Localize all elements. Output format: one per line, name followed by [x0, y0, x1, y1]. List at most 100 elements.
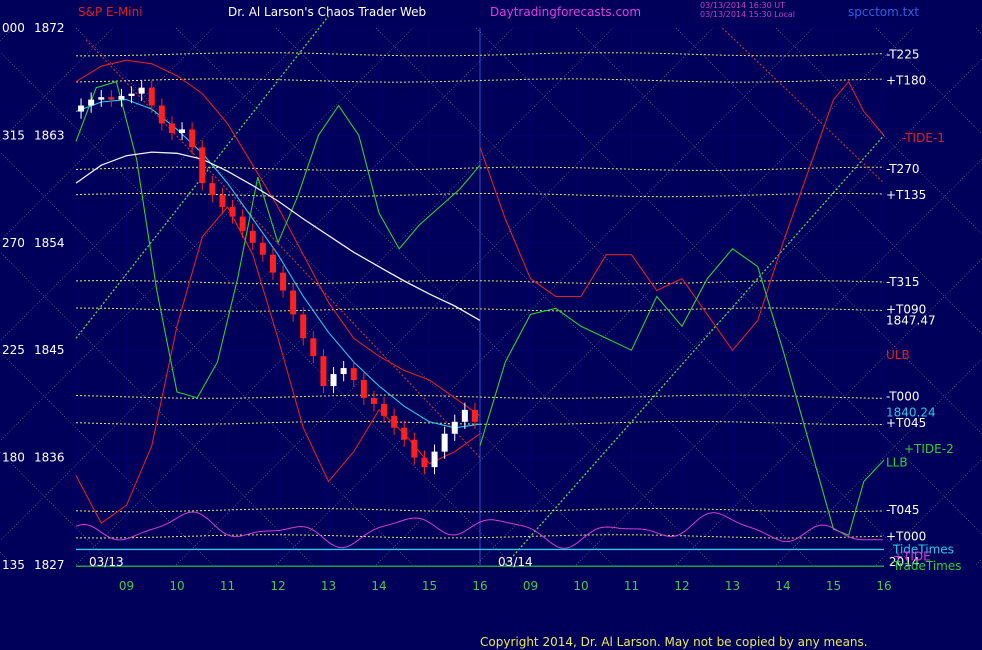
time-tick-9: 10: [573, 579, 588, 593]
price-value-5: 1827: [34, 558, 65, 572]
candle-body-35: [421, 457, 428, 468]
candle-body-15: [219, 195, 226, 207]
timestamp-local: 03/13/2014 15:30 Local: [700, 10, 795, 19]
time-tick-5: 14: [371, 579, 386, 593]
candle-body-39: [461, 409, 468, 422]
candle-body-12: [189, 129, 196, 148]
price-code-1: 315: [2, 128, 25, 142]
candle-body-2: [88, 99, 95, 106]
price-value-4: 1836: [34, 451, 65, 465]
candle-body-36: [431, 451, 438, 468]
diag-up-20: [875, 458, 982, 566]
red-angle-2: [721, 27, 885, 184]
annotation-1: 1847.47: [886, 314, 936, 328]
time-tick-0: 09: [119, 579, 134, 593]
candle-body-17: [239, 216, 246, 231]
candle-body-9: [158, 105, 165, 124]
price-code-5: 135: [2, 558, 25, 572]
data-file-label: spcctom.txt: [848, 5, 919, 19]
candle-body-8: [148, 87, 155, 106]
diag-down-20: [875, 27, 982, 135]
price-value-1: 1863: [34, 128, 65, 142]
annotation-8: TradeTimes: [892, 559, 961, 573]
candle-body-10: [168, 123, 175, 134]
annotation-3: 1840.24: [886, 405, 936, 419]
time-tick-6: 15: [422, 579, 437, 593]
candle-body-26: [330, 374, 337, 386]
time-tick-4: 13: [321, 579, 336, 593]
level-label-2: -T270: [886, 162, 919, 176]
candle-body-31: [381, 403, 388, 416]
price-value-3: 1845: [34, 343, 65, 357]
level-label-8: -T045: [886, 503, 919, 517]
price-code-3: 225: [2, 343, 25, 357]
diag-down-9: [0, 251, 314, 566]
candle-body-14: [209, 183, 216, 196]
candle-body-1: [78, 105, 85, 112]
annotation-0: -TIDE-1: [902, 131, 945, 145]
candle-body-33: [401, 427, 408, 440]
time-tick-2: 11: [220, 579, 235, 593]
time-tick-12: 13: [725, 579, 740, 593]
diag-up-16: [475, 58, 982, 566]
candle-body-18: [249, 230, 256, 243]
candle-body-11: [179, 129, 186, 134]
diag-down-18: [675, 27, 982, 335]
diag-up-8: [0, 27, 214, 242]
time-tick-7: 16: [472, 579, 487, 593]
annotation-2: ULB: [886, 348, 910, 362]
time-tick-8: 09: [523, 579, 538, 593]
diag-up-18: [675, 258, 982, 566]
diag-up-17: [575, 158, 982, 566]
level-label-6: -T000: [886, 390, 919, 404]
candle-body-25: [320, 356, 327, 386]
chart-title-center: Dr. Al Larson's Chaos Trader Web: [228, 5, 426, 19]
candle-body-27: [340, 368, 347, 375]
candle-body-24: [310, 338, 317, 357]
candle-body-16: [229, 207, 236, 217]
site-link[interactable]: Daytradingforecasts.com: [490, 5, 641, 19]
candle-body-37: [441, 433, 448, 452]
date-label-0: 03/13: [89, 555, 124, 569]
time-tick-10: 11: [624, 579, 639, 593]
candle-body-23: [300, 314, 307, 339]
annotation-4: +TIDE-2: [904, 442, 954, 456]
price-code-4: 180: [2, 451, 25, 465]
timestamp-ut: 03/13/2014 16:30 UT: [700, 1, 785, 10]
diag-down-8: [0, 351, 214, 566]
candle-body-22: [290, 290, 297, 315]
candle-body-30: [370, 397, 377, 404]
diag-up-21: [975, 558, 982, 566]
diag-down-16: [475, 27, 982, 535]
candle-body-38: [451, 421, 458, 434]
candle-body-32: [391, 415, 398, 428]
candle-body-20: [269, 254, 276, 273]
date-label-1: 03/14: [498, 555, 533, 569]
price-code-2: 270: [2, 236, 25, 250]
chart-title-left: S&P E-Mini: [78, 5, 143, 19]
time-tick-13: 14: [775, 579, 790, 593]
candle-body-5: [118, 96, 125, 100]
level-label-4: -T315: [886, 275, 919, 289]
diag-up-7: [0, 27, 114, 142]
diag-down-10: [0, 151, 414, 566]
candle-body-40: [471, 409, 478, 422]
time-tick-1: 10: [169, 579, 184, 593]
time-tick-15: 16: [876, 579, 891, 593]
time-tick-3: 12: [270, 579, 285, 593]
candle-body-6: [128, 93, 135, 97]
level-label-1: +T180: [886, 74, 926, 88]
diag-down-17: [575, 27, 982, 435]
diag-up-6: [0, 27, 14, 42]
candle-body-29: [360, 380, 367, 398]
candle-body-34: [411, 439, 418, 458]
chart-grid: [75, 27, 885, 566]
time-tick-11: 12: [674, 579, 689, 593]
candle-body-21: [280, 272, 287, 291]
annotation-5: LLB: [886, 455, 908, 469]
red-angle-1: [85, 39, 481, 459]
candle-body-28: [350, 368, 357, 381]
level-label-3: +T135: [886, 188, 926, 202]
level-label-9: +T000: [886, 529, 926, 543]
copyright-text: Copyright 2014, Dr. Al Larson. May not b…: [480, 635, 868, 649]
